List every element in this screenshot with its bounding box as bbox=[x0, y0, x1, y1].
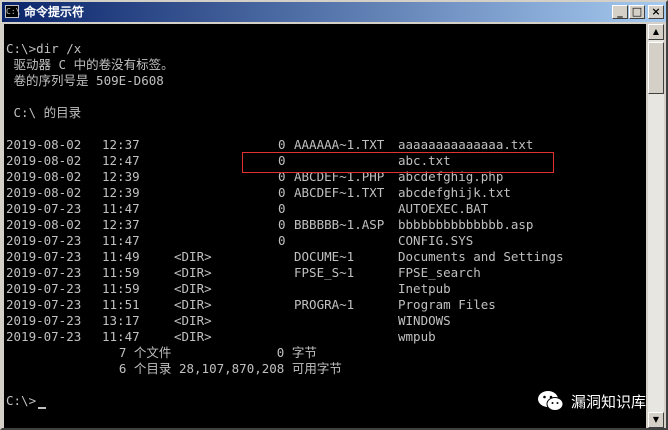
entry-time: 11:47 bbox=[102, 329, 140, 344]
entry-file-name: Program Files bbox=[398, 297, 496, 312]
entry-dir-tag: <DIR> bbox=[174, 249, 212, 264]
serial-number-line: 卷的序列号是 509E-D608 bbox=[6, 73, 164, 88]
scroll-thumb[interactable] bbox=[648, 42, 664, 94]
entry-date: 2019-08-02 bbox=[6, 137, 82, 152]
dirs-summary: 6 个目录 28,107,870,208 可用字节 bbox=[6, 361, 342, 376]
vertical-scrollbar[interactable]: ▲ ▼ bbox=[648, 24, 664, 428]
entry-dir-tag: <DIR> bbox=[174, 281, 212, 296]
entry-time: 13:17 bbox=[102, 313, 140, 328]
table-row: 2019-08-02 12:37 0 BBBBBB~1.ASP bbbbbbbbbbbb… bbox=[4, 217, 644, 233]
entry-date: 2019-07-23 bbox=[6, 201, 82, 216]
table-row: 2019-07-23 11:47 0 AUTOEXEC.BAT bbox=[4, 201, 644, 217]
entry-time: 12:37 bbox=[102, 137, 140, 152]
scroll-up-button[interactable]: ▲ bbox=[648, 24, 664, 40]
entry-time: 12:37 bbox=[102, 217, 140, 232]
table-row: 2019-07-23 11:59 <DIR> Inetpub bbox=[4, 281, 644, 297]
entry-date: 2019-07-23 bbox=[6, 249, 82, 264]
watermark-text: 漏洞知识库 bbox=[571, 392, 646, 411]
entry-date: 2019-08-02 bbox=[6, 153, 82, 168]
entry-dir-tag: <DIR> bbox=[174, 265, 212, 280]
entry-file-name: CONFIG.SYS bbox=[398, 233, 474, 248]
entry-file-name: AUTOEXEC.BAT bbox=[398, 201, 489, 216]
entry-time: 11:47 bbox=[102, 233, 140, 248]
wechat-icon bbox=[538, 391, 564, 411]
directory-of-line: C:\ 的目录 bbox=[6, 105, 82, 120]
console-output[interactable]: C:\>dir /x 驱动器 C 中的卷没有标签。 卷的序列号是 509E-D6… bbox=[4, 24, 646, 428]
table-row: 2019-07-23 11:47 <DIR> wmpub bbox=[4, 329, 644, 345]
entry-file-name: FPSE_search bbox=[398, 265, 481, 280]
entry-file-name: Inetpub bbox=[398, 281, 451, 296]
entry-time: 12:47 bbox=[102, 153, 140, 168]
entry-short-name: AAAAAA~1.TXT bbox=[294, 137, 385, 152]
entry-time: 11:59 bbox=[102, 265, 140, 280]
command-line: C:\>dir /x bbox=[6, 41, 82, 56]
cmd-window: C:\ 命令提示符 _ □ × C:\>dir /x 驱动器 C 中的卷没有标签… bbox=[0, 0, 668, 430]
minimize-button[interactable]: _ bbox=[612, 5, 628, 19]
entry-date: 2019-08-02 bbox=[6, 217, 82, 232]
entry-time: 12:39 bbox=[102, 169, 140, 184]
entry-date: 2019-08-02 bbox=[6, 185, 82, 200]
entry-short-name: BBBBBB~1.ASP bbox=[294, 217, 385, 232]
text-cursor bbox=[38, 407, 46, 409]
entry-dir-tag: <DIR> bbox=[174, 313, 212, 328]
entry-time: 11:51 bbox=[102, 297, 140, 312]
entry-file-name: aaaaaaaaaaaaaa.txt bbox=[398, 137, 534, 152]
entry-time: 12:39 bbox=[102, 185, 140, 200]
entry-file-name: Documents and Settings bbox=[398, 249, 564, 264]
entry-date: 2019-07-23 bbox=[6, 233, 82, 248]
entry-time: 11:49 bbox=[102, 249, 140, 264]
final-prompt: C:\> bbox=[6, 393, 37, 408]
entry-short-name: DOCUME~1 bbox=[294, 249, 355, 264]
table-row: 2019-07-23 11:47 0 CONFIG.SYS bbox=[4, 233, 644, 249]
entry-file-name: wmpub bbox=[398, 329, 436, 344]
entry-size: 0 bbox=[278, 217, 286, 232]
entry-short-name: FPSE_S~1 bbox=[294, 265, 355, 280]
files-summary: 7 个文件 0 字节 bbox=[6, 345, 317, 360]
entry-short-name: ABCDEF~1.TXT bbox=[294, 185, 385, 200]
entry-date: 2019-07-23 bbox=[6, 313, 82, 328]
entry-file-name: WINDOWS bbox=[398, 313, 451, 328]
entry-time: 11:59 bbox=[102, 281, 140, 296]
entry-date: 2019-07-23 bbox=[6, 265, 82, 280]
entry-size: 0 bbox=[278, 137, 286, 152]
entry-date: 2019-07-23 bbox=[6, 281, 82, 296]
window-title: 命令提示符 bbox=[24, 5, 85, 19]
maximize-button[interactable]: □ bbox=[629, 5, 645, 19]
console-icon[interactable]: C:\ bbox=[5, 5, 20, 18]
table-row: 2019-07-23 13:17 <DIR> WINDOWS bbox=[4, 313, 644, 329]
table-row: 2019-07-23 11:59 <DIR> FPSE_S~1 FPSE_search bbox=[4, 265, 644, 281]
highlight-box-abc-txt bbox=[242, 152, 554, 173]
entry-dir-tag: <DIR> bbox=[174, 297, 212, 312]
entry-time: 11:47 bbox=[102, 201, 140, 216]
entry-file-name: abcdefghijk.txt bbox=[398, 185, 511, 200]
entry-size: 0 bbox=[278, 201, 286, 216]
entry-date: 2019-07-23 bbox=[6, 329, 82, 344]
volume-label-line: 驱动器 C 中的卷没有标签。 bbox=[6, 57, 174, 72]
entry-short-name: PROGRA~1 bbox=[294, 297, 355, 312]
close-button[interactable]: × bbox=[648, 5, 664, 19]
entry-size: 0 bbox=[278, 185, 286, 200]
table-row: 2019-08-02 12:39 0 ABCDEF~1.TXT abcdefghijk.… bbox=[4, 185, 644, 201]
watermark: 漏洞知识库 bbox=[537, 386, 646, 416]
table-row: 2019-07-23 11:51 <DIR> PROGRA~1 Program File… bbox=[4, 297, 644, 313]
entry-size: 0 bbox=[278, 233, 286, 248]
scroll-down-button[interactable]: ▼ bbox=[648, 412, 664, 428]
entry-date: 2019-08-02 bbox=[6, 169, 82, 184]
entry-file-name: bbbbbbbbbbbbbb.asp bbox=[398, 217, 534, 232]
title-bar[interactable]: C:\ 命令提示符 _ □ × bbox=[2, 2, 666, 22]
table-row: 2019-08-02 12:37 0 AAAAAA~1.TXT aaaaaaaaaaaa… bbox=[4, 137, 644, 153]
entry-date: 2019-07-23 bbox=[6, 297, 82, 312]
table-row: 2019-07-23 11:49 <DIR> DOCUME~1 Documents an… bbox=[4, 249, 644, 265]
entry-dir-tag: <DIR> bbox=[174, 329, 212, 344]
